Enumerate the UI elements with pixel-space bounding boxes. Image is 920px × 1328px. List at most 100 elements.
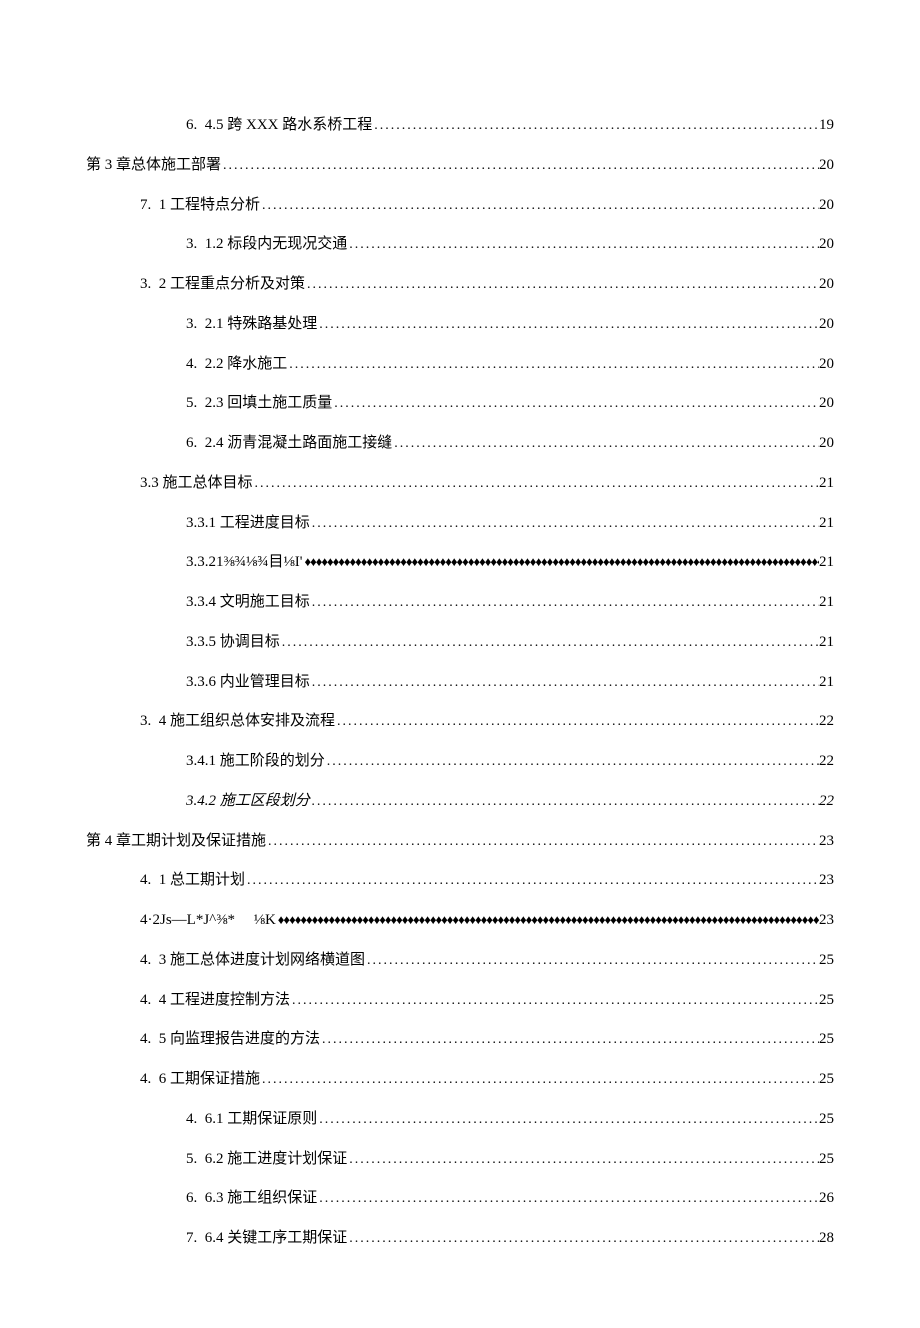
- toc-entry[interactable]: 4. 6.1 工期保证原则 25: [86, 1109, 834, 1131]
- toc-page-number: 25: [819, 1109, 834, 1131]
- toc-page-number: 21: [819, 632, 834, 654]
- toc-page-number: 20: [819, 155, 834, 177]
- toc-leader: [287, 354, 819, 376]
- toc-entry[interactable]: 3.4.1 施工阶段的划分 22: [86, 751, 834, 773]
- toc-label: 4·2Js—L*J^⅜* ⅛K: [140, 910, 276, 932]
- toc-page-number: 25: [819, 950, 834, 972]
- toc-page-number: 20: [819, 354, 834, 376]
- toc-entry[interactable]: 3.3.6 内业管理目标21: [86, 672, 834, 694]
- toc-entry[interactable]: 5. 2.3 回填土施工质量 20: [86, 393, 834, 415]
- toc-leader: [347, 1228, 819, 1250]
- toc-entry[interactable]: 3. 2 工程重点分析及对策 20: [86, 274, 834, 296]
- toc-entry[interactable]: 6. 2.4 沥青混凝土路面施工接缝 20: [86, 433, 834, 455]
- toc-label: 3.3.21⅜¾⅛¾目⅛I': [186, 552, 302, 574]
- toc-leader: [310, 672, 819, 694]
- toc-page-number: 22: [819, 711, 834, 733]
- toc-label: 3.3.1 工程进度目标: [186, 513, 310, 535]
- toc-entry[interactable]: 3.3.5 协调目标 21: [86, 632, 834, 654]
- toc-entry[interactable]: 3.4.2 施工区段划分22: [86, 791, 834, 813]
- toc-entry[interactable]: 7. 6.4 关键工序工期保证 28: [86, 1228, 834, 1250]
- toc-page-number: 25: [819, 1149, 834, 1171]
- toc-page-number: 22: [819, 751, 834, 773]
- toc-leader: [317, 1188, 819, 1210]
- toc-label: 7. 1 工程特点分析: [140, 195, 260, 217]
- toc-label: 3. 1.2 标段内无现况交通: [186, 234, 347, 256]
- toc-page-number: 25: [819, 1029, 834, 1051]
- toc-leader: [372, 115, 819, 137]
- toc-leader: [280, 632, 819, 654]
- toc-leader: [260, 195, 819, 217]
- toc-leader: [392, 433, 819, 455]
- toc-label: 7. 6.4 关键工序工期保证: [186, 1228, 347, 1250]
- toc-entry[interactable]: 3.3.4 文明施工目标 21: [86, 592, 834, 614]
- toc-entry[interactable]: 3.3 施工总体目标21: [86, 473, 834, 495]
- toc-entry[interactable]: 3.3.21⅜¾⅛¾目⅛I'21: [86, 552, 834, 574]
- toc-label: 4. 4 工程进度控制方法: [140, 990, 290, 1012]
- toc-page-number: 26: [819, 1188, 834, 1210]
- toc-entry[interactable]: 4. 5 向监理报告进度的方法 25: [86, 1029, 834, 1051]
- toc-leader: [317, 1109, 819, 1131]
- toc-page-number: 21: [819, 592, 834, 614]
- toc-label: 3. 2.1 特殊路基处理: [186, 314, 317, 336]
- toc-entry[interactable]: 4. 6 工期保证措施 25: [86, 1069, 834, 1091]
- toc-page-number: 20: [819, 433, 834, 455]
- toc-label: 5. 2.3 回填土施工质量: [186, 393, 332, 415]
- toc-label: 3.3.4 文明施工目标: [186, 592, 310, 614]
- toc-page-number: 20: [819, 195, 834, 217]
- toc-page-number: 21: [819, 513, 834, 535]
- toc-entry[interactable]: 第 4 章工期计划及保证措施 23: [86, 831, 834, 853]
- table-of-contents: 6. 4.5 跨 XXX 路水系桥工程19 第 3 章总体施工部署20 7. 1 工…: [86, 115, 834, 1250]
- toc-label: 5. 6.2 施工进度计划保证: [186, 1149, 347, 1171]
- toc-entry[interactable]: 7. 1 工程特点分析 20: [86, 195, 834, 217]
- toc-label: 4. 3 施工总体进度计划网络横道图: [140, 950, 365, 972]
- toc-leader: [310, 513, 819, 535]
- toc-page-number: 20: [819, 314, 834, 336]
- toc-leader: [253, 473, 819, 495]
- toc-page-number: 23: [819, 831, 834, 853]
- toc-entry[interactable]: 6. 6.3 施工组织保证26: [86, 1188, 834, 1210]
- toc-page-number: 23: [819, 870, 834, 892]
- toc-leader: [266, 831, 819, 853]
- toc-entry[interactable]: 3. 2.1 特殊路基处理 20: [86, 314, 834, 336]
- toc-label: 第 4 章工期计划及保证措施: [86, 831, 266, 853]
- toc-leader: [320, 1029, 819, 1051]
- toc-label: 4. 2.2 降水施工: [186, 354, 287, 376]
- toc-page-number: 20: [819, 274, 834, 296]
- toc-label: 3.3 施工总体目标: [140, 473, 253, 495]
- toc-label: 3.3.5 协调目标: [186, 632, 280, 654]
- toc-leader: [221, 155, 819, 177]
- toc-label: 4. 6 工期保证措施: [140, 1069, 260, 1091]
- toc-entry[interactable]: 4. 3 施工总体进度计划网络横道图 25: [86, 950, 834, 972]
- toc-entry[interactable]: 4. 4 工程进度控制方法 25: [86, 990, 834, 1012]
- toc-entry[interactable]: 3.3.1 工程进度目标 21: [86, 513, 834, 535]
- toc-label: 3. 2 工程重点分析及对策: [140, 274, 305, 296]
- toc-leader: [260, 1069, 819, 1091]
- toc-page-number: 25: [819, 990, 834, 1012]
- toc-entry[interactable]: 4. 1 总工期计划 23: [86, 870, 834, 892]
- toc-leader: [325, 751, 819, 773]
- toc-leader: [347, 234, 819, 256]
- toc-leader: [245, 870, 819, 892]
- toc-entry[interactable]: 第 3 章总体施工部署20: [86, 155, 834, 177]
- toc-entry[interactable]: 4. 2.2 降水施工 20: [86, 354, 834, 376]
- toc-page-number: 23: [819, 910, 834, 932]
- toc-leader: [276, 910, 819, 932]
- toc-page-number: 20: [819, 393, 834, 415]
- toc-label: 4. 1 总工期计划: [140, 870, 245, 892]
- toc-page-number: 19: [819, 115, 834, 137]
- toc-label: 4. 6.1 工期保证原则: [186, 1109, 317, 1131]
- toc-page-number: 28: [819, 1228, 834, 1250]
- toc-entry[interactable]: 3. 4 施工组织总体安排及流程22: [86, 711, 834, 733]
- toc-entry[interactable]: 6. 4.5 跨 XXX 路水系桥工程19: [86, 115, 834, 137]
- toc-entry[interactable]: 5. 6.2 施工进度计划保证 25: [86, 1149, 834, 1171]
- toc-label: 4. 5 向监理报告进度的方法: [140, 1029, 320, 1051]
- toc-leader: [310, 791, 819, 813]
- toc-entry[interactable]: 3. 1.2 标段内无现况交通 20: [86, 234, 834, 256]
- toc-page-number: 20: [819, 234, 834, 256]
- toc-label: 3.4.1 施工阶段的划分: [186, 751, 325, 773]
- toc-leader: [332, 393, 819, 415]
- toc-page-number: 25: [819, 1069, 834, 1091]
- toc-label: 6. 2.4 沥青混凝土路面施工接缝: [186, 433, 392, 455]
- toc-entry[interactable]: 4·2Js—L*J^⅜* ⅛K 23: [86, 910, 834, 932]
- toc-leader: [305, 274, 819, 296]
